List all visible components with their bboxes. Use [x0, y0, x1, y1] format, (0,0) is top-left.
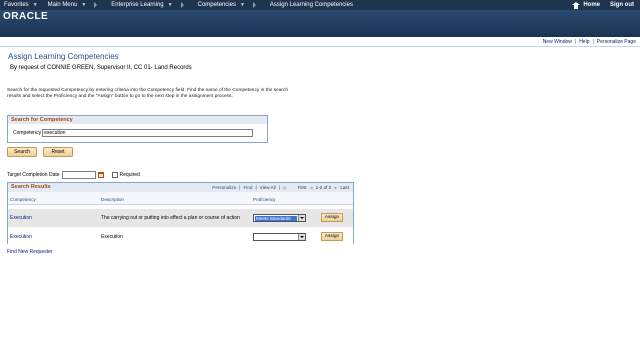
new-window-link[interactable]: New Window — [543, 39, 572, 45]
page-links: New Window | Help | Personalize Page — [543, 39, 636, 45]
view-all-link[interactable]: View All — [260, 185, 276, 190]
proficiency-select[interactable] — [253, 233, 306, 241]
required-checkbox-group: Required — [111, 172, 140, 178]
grid-icon[interactable]: ▦ — [283, 185, 287, 190]
banner: ORACLE — [0, 10, 640, 37]
instructions-text: Search for the requested Competency by e… — [7, 88, 289, 99]
chevron-down-icon[interactable] — [298, 234, 305, 240]
table-row: Execution Execution Assign — [8, 228, 353, 246]
competency-row: Competency — [13, 129, 254, 137]
divider: | — [239, 185, 241, 190]
home-link[interactable]: Home — [572, 1, 600, 9]
search-results-title: Search Results — [11, 184, 51, 190]
first-link[interactable]: First — [298, 185, 307, 190]
target-date-input[interactable] — [61, 171, 96, 179]
required-checkbox[interactable] — [111, 172, 118, 178]
chevron-down-icon[interactable] — [298, 215, 305, 221]
divider: | — [592, 39, 594, 45]
breadcrumb-separator-icon — [180, 2, 184, 8]
home-icon — [572, 1, 581, 9]
help-link[interactable]: Help — [579, 39, 589, 45]
assign-button[interactable]: Assign — [321, 213, 343, 222]
column-header-row — [8, 192, 353, 205]
calendar-icon[interactable] — [97, 172, 104, 178]
home-label: Home — [583, 2, 600, 8]
nav-enterprise-learning[interactable]: Enterprise Learning ▼ — [107, 2, 193, 8]
oracle-logo: ORACLE — [3, 11, 49, 22]
table-row: Execution The carrying out or putting in… — [8, 209, 353, 227]
previous-arrow-icon[interactable]: ◀ — [310, 185, 313, 190]
nav-assign-learning-competencies[interactable]: Assign Learning Competencies — [266, 2, 357, 8]
search-panel-header: Search for Competency — [8, 116, 267, 124]
search-results-grid: Search Results Personalize | Find | View… — [7, 182, 354, 246]
nav-main-menu-label: Main Menu — [47, 2, 78, 8]
target-date-label: Target Completion Date — [7, 172, 60, 178]
page-subtitle: By request of CONNIE GREEN, Supervisor I… — [10, 65, 192, 71]
search-results-header: Search Results Personalize | Find | View… — [8, 183, 353, 192]
breadcrumb-separator-icon — [94, 2, 98, 8]
assign-button[interactable]: Assign — [321, 232, 343, 241]
chevron-down-icon: ▼ — [167, 2, 173, 8]
divider-line — [0, 46, 640, 47]
top-nav-bar: Favorites ▼ Main Menu ▼ Enterprise Learn… — [0, 0, 640, 10]
chevron-down-icon: ▼ — [239, 2, 245, 8]
nav-current-page-label: Assign Learning Competencies — [269, 2, 353, 8]
chevron-down-icon: ▼ — [81, 2, 87, 8]
required-label: Required — [119, 172, 140, 178]
personalize-page-link[interactable]: Personalize Page — [597, 39, 636, 45]
description-cell: Execution — [101, 234, 123, 240]
divider: | — [255, 185, 257, 190]
reset-button[interactable]: Reset — [43, 147, 73, 157]
grid-navigation: Personalize | Find | View All | ▦ First … — [212, 185, 349, 190]
signout-link[interactable]: Sign out — [610, 2, 634, 8]
find-link[interactable]: Find — [244, 185, 253, 190]
target-completion-row: Target Completion Date Required — [7, 171, 140, 179]
nav-main-menu[interactable]: Main Menu ▼ — [44, 2, 108, 8]
proficiency-select[interactable]: Meets Standards — [253, 214, 306, 222]
proficiency-selected-value: Meets Standards — [255, 216, 297, 221]
competency-input[interactable] — [42, 129, 254, 137]
divider: | — [278, 185, 280, 190]
nav-competencies-label: Competencies — [197, 2, 236, 8]
description-cell: The carrying out or putting into effect … — [101, 215, 240, 221]
search-for-competency-panel: Search for Competency Competency — [7, 115, 268, 143]
next-arrow-icon[interactable]: ▶ — [334, 185, 337, 190]
column-header-description[interactable]: Description — [101, 197, 124, 202]
nav-favorites[interactable]: Favorites ▼ — [0, 2, 44, 8]
search-button[interactable]: Search — [7, 147, 37, 157]
nav-enterprise-learning-label: Enterprise Learning — [111, 2, 164, 8]
nav-competencies[interactable]: Competencies ▼ — [194, 2, 266, 8]
chevron-down-icon: ▼ — [32, 2, 38, 8]
competency-link[interactable]: Execution — [10, 215, 32, 221]
find-new-requester-link[interactable]: Find New Requester — [7, 249, 53, 255]
nav-favorites-label: Favorites — [4, 2, 29, 8]
divider: | — [574, 39, 577, 45]
row-range: 1-2 of 2 — [315, 185, 332, 190]
column-header-proficiency[interactable]: Proficiency — [253, 197, 275, 202]
breadcrumb-separator-icon — [252, 2, 256, 8]
nav-right-links: Home Sign out — [572, 0, 634, 10]
last-link[interactable]: Last — [340, 185, 349, 190]
page-title: Assign Learning Competencies — [8, 52, 119, 61]
competency-label: Competency — [13, 130, 42, 136]
competency-link[interactable]: Execution — [10, 234, 32, 240]
column-header-competency[interactable]: Competency — [10, 197, 36, 202]
personalize-link[interactable]: Personalize — [212, 185, 236, 190]
